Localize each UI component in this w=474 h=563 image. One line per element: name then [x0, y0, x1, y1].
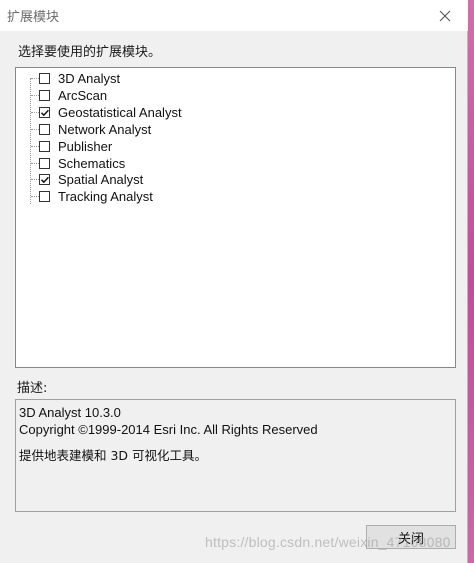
extension-item[interactable]: Schematics: [39, 155, 125, 172]
tree-connector: [31, 162, 39, 164]
watermark: https://blog.csdn.net/weixin_47108080: [205, 534, 451, 550]
tree-lines: [30, 78, 32, 204]
description-copyright: Copyright ©1999-2014 Esri Inc. All Right…: [19, 422, 318, 437]
extension-checkbox[interactable]: [39, 157, 50, 169]
extension-checkbox[interactable]: [39, 140, 50, 152]
extension-label: Tracking Analyst: [58, 189, 153, 205]
instruction-text: 选择要使用的扩展模块。: [18, 45, 162, 60]
tree-connector: [31, 128, 39, 130]
title-bar: 扩展模块: [0, 0, 468, 31]
extension-item[interactable]: Spatial Analyst: [39, 171, 143, 188]
extension-label: Schematics: [58, 155, 126, 171]
description-summary: 提供地表建模和 3D 可视化工具。: [19, 448, 208, 463]
tree-connector: [31, 145, 39, 147]
window-title: 扩展模块: [7, 10, 60, 25]
description-box: 3D Analyst 10.3.0 Copyright ©1999-2014 E…: [15, 399, 456, 512]
extension-item[interactable]: Network Analyst: [39, 121, 151, 138]
extension-item[interactable]: 3D Analyst: [39, 70, 120, 87]
extension-checkbox[interactable]: [39, 123, 50, 135]
extension-item[interactable]: Tracking Analyst: [39, 188, 153, 205]
extension-label: 3D Analyst: [58, 71, 121, 86]
tree-connector: [31, 111, 39, 113]
extensions-dialog: 扩展模块 选择要使用的扩展模块。 3D Analyst ArcScan Geosta…: [0, 0, 468, 563]
extension-list[interactable]: 3D Analyst ArcScan Geostatistical Analyst N…: [15, 67, 456, 368]
check-icon: [40, 177, 49, 184]
tree-connector: [31, 196, 39, 198]
extension-checkbox[interactable]: [39, 191, 50, 203]
extension-label: Publisher: [58, 138, 113, 154]
description-label: 描述:: [17, 381, 48, 396]
check-icon: [40, 109, 49, 117]
extension-label: Network Analyst: [58, 121, 152, 137]
extension-item[interactable]: Publisher: [39, 138, 112, 155]
extension-item[interactable]: Geostatistical Analyst: [39, 104, 182, 121]
tree-connector: [31, 78, 39, 79]
extension-checkbox[interactable]: [39, 89, 50, 101]
extension-checkbox[interactable]: [39, 73, 50, 84]
extension-checkbox[interactable]: [39, 174, 50, 186]
tree-connector: [31, 94, 39, 96]
extension-label: Spatial Analyst: [58, 172, 144, 188]
extension-checkbox[interactable]: [39, 106, 50, 118]
extension-label: Geostatistical Analyst: [58, 104, 182, 120]
description-product: 3D Analyst 10.3.0: [19, 405, 121, 420]
window-close-button[interactable]: [422, 0, 468, 31]
extension-label: ArcScan: [58, 87, 108, 103]
extension-item[interactable]: ArcScan: [39, 87, 107, 104]
desktop-background: [468, 0, 474, 563]
tree-connector: [31, 179, 39, 181]
close-icon: [439, 10, 451, 21]
